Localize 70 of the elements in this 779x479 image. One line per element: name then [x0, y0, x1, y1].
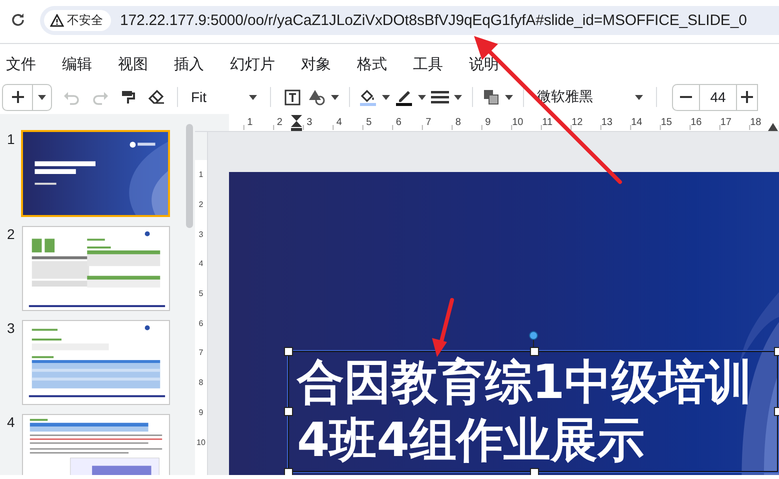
font-size-field[interactable]: 44: [700, 84, 736, 110]
ruler-number: 11: [541, 116, 554, 130]
caret-icon: [249, 94, 257, 100]
menu-item[interactable]: 文件: [4, 54, 47, 74]
ruler-number: 2: [276, 116, 284, 130]
menu-item[interactable]: 幻灯片: [228, 54, 286, 74]
slide-thumbnail[interactable]: [22, 226, 170, 311]
add-menu-button[interactable]: [32, 84, 52, 110]
add-button[interactable]: [2, 84, 32, 110]
menu-item[interactable]: 格式: [355, 54, 398, 74]
caret-icon: [635, 94, 643, 100]
address-bar[interactable]: 不安全 172.22.177.9:5000/oo/r/yaCaZ1JLoZiVxDOt8sBfVJ9qEqG1fyfA#slide_id=MSOFFICE_SLIDE_0: [40, 6, 779, 34]
decrease-size-button[interactable]: [672, 84, 700, 110]
ruler-number: 16: [690, 116, 702, 130]
reload-icon[interactable]: [10, 12, 26, 28]
ruler-number: 3: [198, 228, 204, 241]
ruler-number: 9: [198, 406, 204, 419]
menu-item[interactable]: 工具: [411, 54, 454, 74]
menu-item[interactable]: 编辑: [60, 54, 103, 74]
ruler-number: 1: [246, 116, 254, 130]
ruler-number: 9: [484, 116, 492, 130]
ruler-number: 10: [196, 436, 206, 449]
slide-number: 1: [6, 131, 16, 147]
ruler-number: 7: [424, 116, 432, 130]
rotate-handle[interactable]: [529, 331, 538, 340]
ruler-number: 6: [198, 318, 204, 330]
ruler-number: 6: [394, 116, 402, 130]
slide-thumbnail[interactable]: [21, 130, 170, 217]
zoom-dropdown[interactable]: Fit: [185, 84, 263, 110]
plus-icon: [10, 89, 26, 105]
ruler-number: 3: [306, 116, 314, 130]
url-text: 172.22.177.9:5000/oo/r/yaCaZ1JLoZiVxDOt8sBfVJ9qEqG1fyfA#slide_id=MSOFFICE_SLIDE_0: [120, 12, 747, 28]
slide-number: 2: [6, 226, 16, 242]
caret-icon: [38, 94, 46, 100]
scrollbar-thumb[interactable]: [186, 124, 193, 228]
ruler-number: 10: [512, 116, 524, 130]
resize-handle[interactable]: [284, 468, 293, 475]
plus-icon: [741, 91, 753, 103]
security-chip[interactable]: 不安全: [44, 10, 111, 30]
ruler-number: 1: [198, 169, 204, 182]
ruler-number: 14: [630, 116, 643, 130]
resize-handle[interactable]: [284, 347, 293, 356]
ruler-number: 5: [198, 288, 204, 300]
ruler-number: 5: [365, 116, 373, 130]
menu-item[interactable]: 对象: [299, 54, 342, 74]
menu-item[interactable]: 视图: [116, 54, 159, 74]
minus-icon: [680, 96, 692, 98]
ruler-number: 13: [600, 116, 613, 130]
ruler-number: 2: [198, 199, 204, 212]
slide-number: 3: [6, 320, 16, 336]
resize-handle[interactable]: [530, 347, 539, 356]
increase-size-button[interactable]: [736, 84, 758, 110]
resize-handle[interactable]: [284, 407, 293, 416]
ruler-number: 8: [198, 377, 204, 390]
ruler-number: 17: [720, 116, 732, 130]
ruler-number: 15: [660, 116, 672, 130]
ruler-number: 18: [750, 116, 762, 130]
annotation-arrow: [432, 298, 454, 357]
slide-thumbnail[interactable]: [22, 414, 170, 475]
ruler-number: 12: [571, 116, 584, 130]
ruler-number: 7: [198, 347, 204, 360]
indent-marker-icon[interactable]: [291, 114, 302, 131]
ruler-number: 4: [198, 258, 204, 270]
slide-thumbnail[interactable]: [22, 320, 170, 405]
menu-item[interactable]: 插入: [172, 54, 215, 74]
warning-icon: [50, 14, 64, 26]
resize-handle[interactable]: [530, 468, 539, 475]
ruler-number: 4: [335, 116, 343, 130]
ruler-number: 8: [454, 116, 462, 130]
slide-number: 4: [6, 414, 16, 430]
